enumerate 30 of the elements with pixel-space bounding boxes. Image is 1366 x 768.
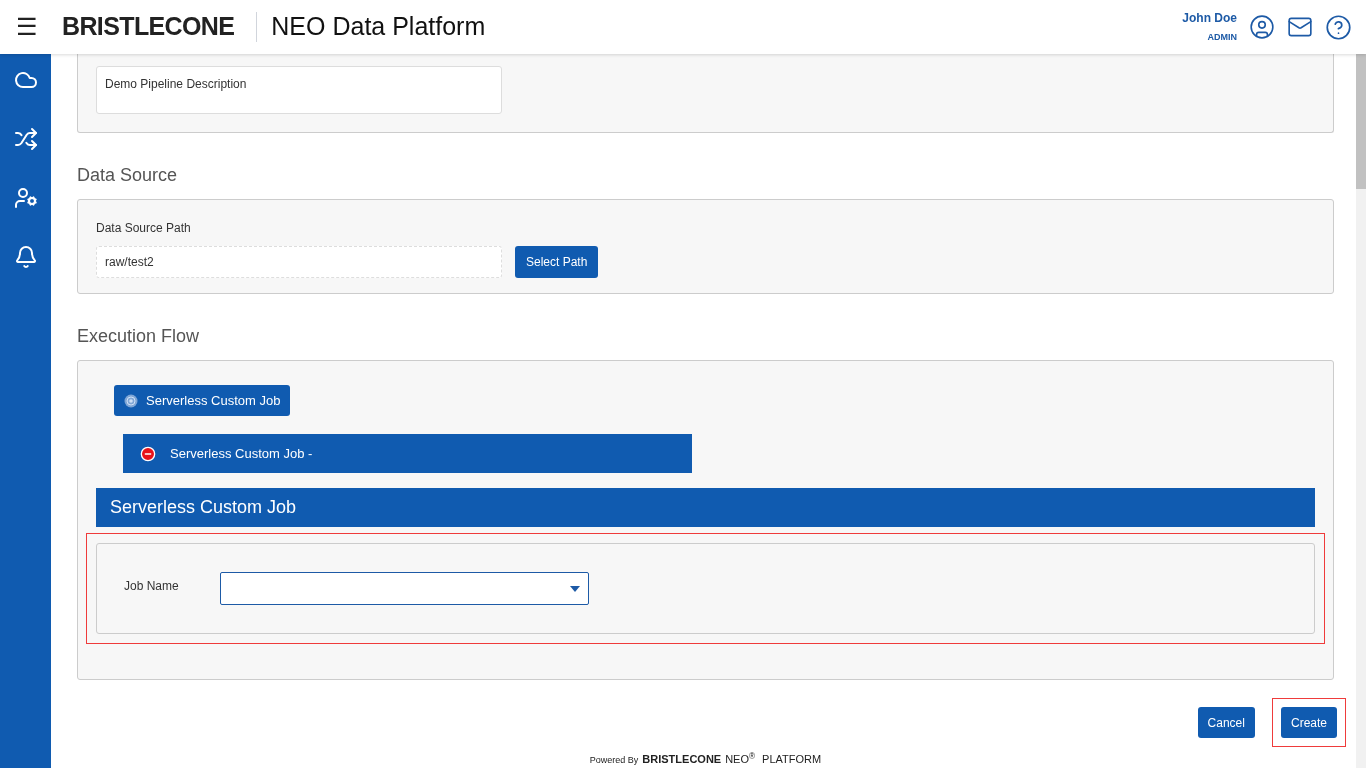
menu-button[interactable]: ☰ xyxy=(14,15,40,39)
remove-icon[interactable] xyxy=(140,445,156,462)
shuffle-icon[interactable] xyxy=(13,127,38,151)
brand-logo: BRISTLECONE xyxy=(62,11,235,43)
help-icon[interactable] xyxy=(1325,13,1352,41)
field-label: Job Name xyxy=(124,577,179,595)
bell-icon[interactable] xyxy=(13,245,38,269)
field-label: Data Source Path xyxy=(96,220,192,237)
description-field[interactable]: Demo Pipeline Description xyxy=(96,66,502,114)
user-name: John Doe xyxy=(1182,10,1237,28)
action-button[interactable]: Create xyxy=(1280,707,1337,738)
dropdown-caret-icon xyxy=(569,585,580,592)
profile-icon[interactable] xyxy=(1249,14,1275,40)
section-heading: Data Source xyxy=(77,164,179,187)
user-role: ADMIN xyxy=(1207,31,1237,45)
web-icon xyxy=(124,393,138,408)
action-button[interactable]: Cancel xyxy=(1197,707,1255,738)
section-heading: Execution Flow xyxy=(77,325,201,348)
footer-brand-logo: BRISTLECONE xyxy=(642,752,722,767)
powered-by-text: Powered By xyxy=(589,754,639,767)
job-row[interactable]: Serverless Custom Job - xyxy=(123,434,692,473)
panel-title: Serverless Custom Job xyxy=(110,496,297,519)
job-name-select[interactable] xyxy=(219,572,589,605)
footer-product: NEO$^{®}$ xyxy=(725,751,756,767)
path-field[interactable]: raw/test2 xyxy=(96,246,502,278)
select-path-button[interactable]: Select Path xyxy=(515,246,599,278)
footer-platform: PLATFORM xyxy=(762,752,822,767)
job-chip[interactable]: Serverless Custom Job xyxy=(114,385,291,416)
job-row-label: Serverless Custom Job - xyxy=(170,444,313,463)
app-title: NEO Data Platform xyxy=(271,11,486,43)
